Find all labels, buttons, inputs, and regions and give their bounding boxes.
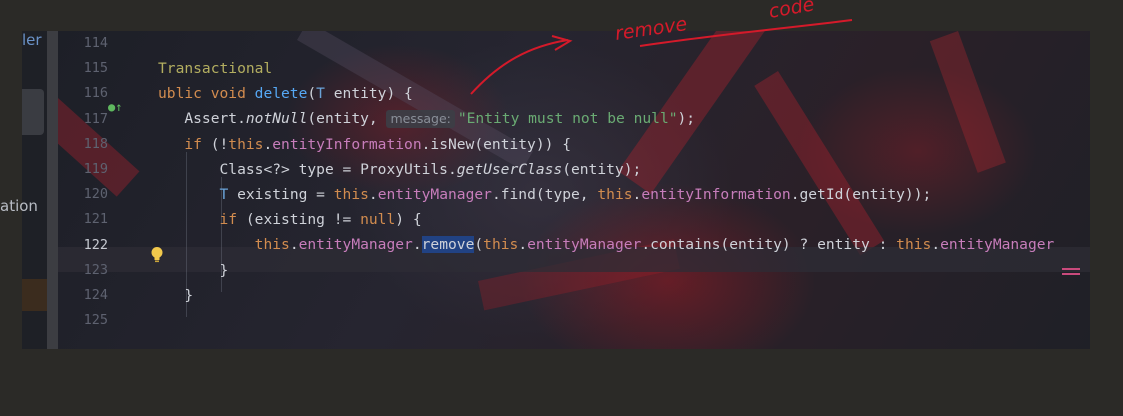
line-number-gutter[interactable]: 113 114 115 116 117 118 119 120 121 122 … — [58, 31, 108, 333]
type-token: T — [219, 185, 229, 203]
keyword-token: if — [219, 211, 246, 229]
code-line: T existing = this.entityManager.find(typ… — [158, 182, 1090, 207]
line-number: 116 — [83, 85, 108, 102]
line-number: 120 — [83, 186, 108, 203]
project-tree-selection — [22, 89, 44, 135]
static-method-token: notNull — [245, 110, 308, 128]
parameter-hint: message: — [386, 110, 455, 129]
code-token: existing = — [228, 185, 334, 203]
code-token: .getId(entity)); — [790, 185, 932, 203]
keyword-token: this — [483, 236, 519, 254]
code-token: (! — [210, 135, 229, 153]
hamburger-icon[interactable] — [1062, 268, 1080, 282]
code-token: ( — [474, 236, 484, 254]
field-token: entityManager — [298, 236, 413, 254]
top-strip — [0, 0, 1123, 31]
field-token: entityInformation — [272, 135, 422, 153]
field-token: entityManager — [377, 185, 492, 203]
code-token: ( — [307, 85, 317, 103]
static-method-token: getUserClass — [456, 160, 563, 178]
code-token: .contains(entity) ? entity : — [641, 236, 897, 254]
method-name-token: delete — [254, 85, 308, 103]
line-number: 121 — [83, 211, 108, 228]
code-token: (entity, — [307, 110, 387, 128]
code-token: Assert. — [184, 110, 246, 128]
line-number: 125 — [83, 312, 108, 329]
code-token: . — [518, 236, 528, 254]
code-line: Assert.notNull(entity, message: "Entity m… — [158, 106, 1090, 131]
project-tree-label-top[interactable]: ler — [22, 31, 42, 49]
selected-token[interactable]: remove — [421, 236, 475, 254]
keyword-token: this — [896, 236, 932, 254]
annotation-token: Transactional — [158, 60, 273, 77]
code-line: ublic void delete(T entity) { — [158, 81, 1090, 106]
keyword-token: this — [333, 185, 369, 203]
line-number: 124 — [83, 286, 108, 303]
line-number: 123 — [83, 261, 108, 278]
keyword-token: this — [254, 236, 290, 254]
implements-method-icon[interactable]: ●↑ — [108, 100, 122, 114]
code-line: } — [158, 283, 1090, 308]
line-number: 115 — [83, 60, 108, 77]
field-token: entityInformation — [641, 185, 791, 203]
code-editor[interactable]: 113 114 115 116 117 118 119 120 121 122 … — [58, 31, 1090, 349]
code-token: Class<?> type = ProxyUtils. — [219, 160, 457, 178]
code-token: . — [931, 236, 941, 254]
code-token: . — [289, 236, 299, 254]
project-tree-label-mid[interactable]: ation — [0, 197, 38, 215]
string-token: "Entity must not be null" — [457, 110, 678, 128]
code-area[interactable]: Transactional ublic void delete(T entity… — [158, 31, 1090, 333]
code-token: . — [412, 236, 422, 254]
project-scrollbar[interactable] — [47, 31, 58, 349]
line-number: 117 — [83, 110, 108, 127]
code-line: } — [158, 258, 1090, 283]
keyword-token: this — [597, 185, 633, 203]
code-token: . — [263, 135, 273, 153]
keyword-token: if — [184, 135, 211, 153]
keyword-token: null — [360, 211, 396, 229]
code-token: . — [632, 185, 642, 203]
line-number-active: 122 — [83, 236, 108, 253]
line-number: 118 — [83, 135, 108, 152]
code-token: .find(type, — [491, 185, 598, 203]
code-line: Class<?> type = ProxyUtils.getUserClass(… — [158, 157, 1090, 182]
code-token: } — [184, 286, 194, 304]
code-token: } — [219, 261, 229, 279]
code-token: ) { — [395, 211, 422, 229]
field-token: entityManager — [940, 236, 1055, 254]
code-token: entity) { — [324, 85, 413, 103]
bottom-strip — [0, 349, 1123, 416]
type-token: T — [316, 85, 325, 103]
code-token: .isNew(entity)) { — [421, 135, 571, 153]
modifier-token: ublic void — [158, 85, 255, 103]
code-token: (entity); — [562, 160, 642, 178]
field-token: entityManager — [527, 236, 642, 254]
code-token: . — [368, 185, 378, 203]
code-token: ); — [677, 110, 696, 128]
line-number: 119 — [83, 160, 108, 177]
code-line: if (!this.entityInformation.isNew(entity… — [158, 132, 1090, 157]
code-line: if (existing != null) { — [158, 207, 1090, 232]
code-line: Transactional — [158, 56, 1090, 81]
keyword-token: this — [228, 135, 264, 153]
code-line-active: this.entityManager.remove(this.entityMan… — [158, 232, 1090, 257]
code-token: (existing != — [245, 211, 361, 229]
line-number: 114 — [83, 35, 108, 51]
